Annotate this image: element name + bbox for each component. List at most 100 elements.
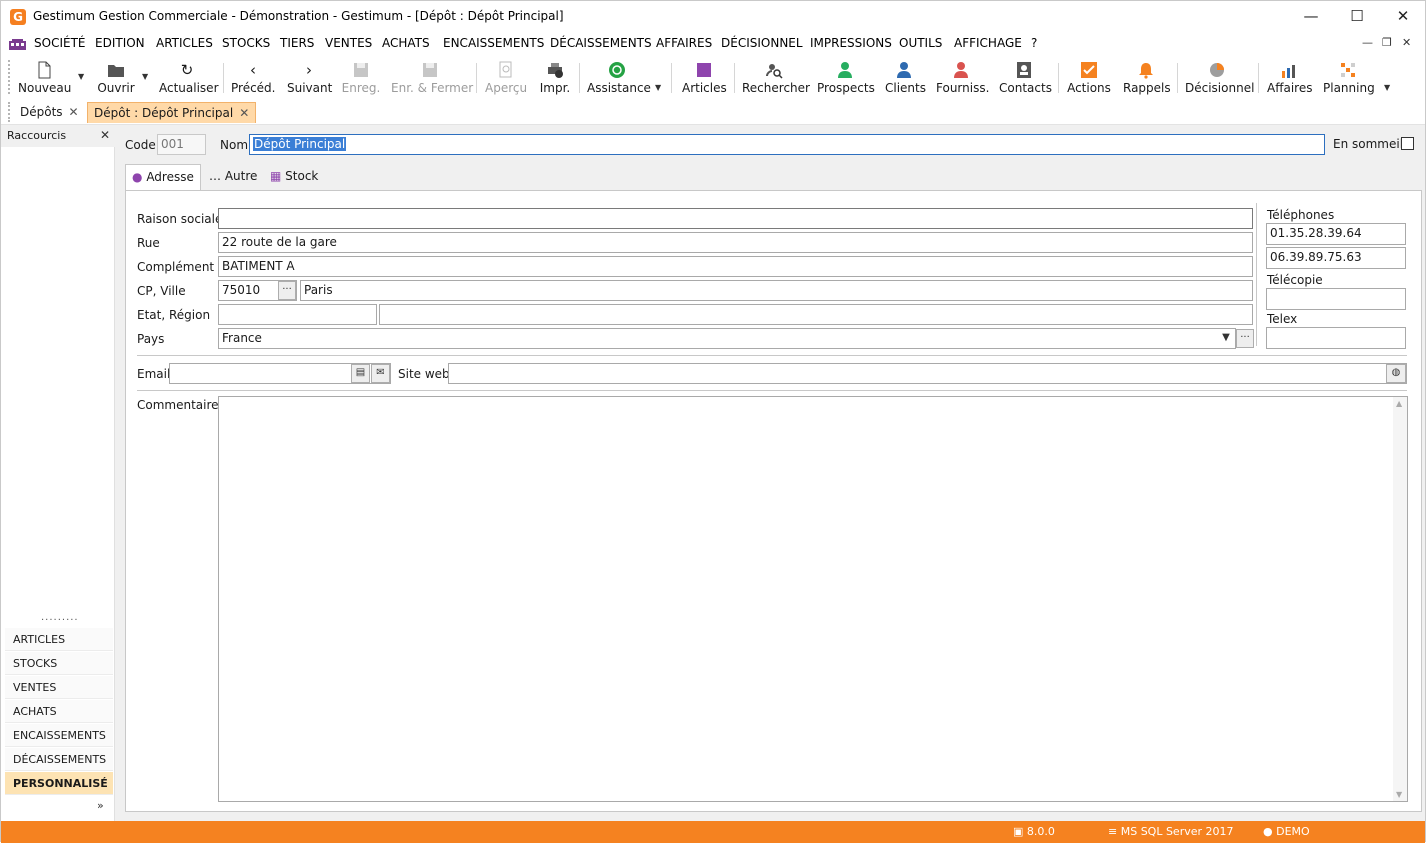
telex-field[interactable] bbox=[1266, 327, 1406, 349]
apercu-button[interactable]: Aperçu bbox=[485, 61, 527, 97]
clients-button[interactable]: Clients bbox=[885, 61, 926, 97]
menu-encaissements[interactable]: ENCAISSEMENTS bbox=[443, 36, 544, 50]
menu-stocks[interactable]: STOCKS bbox=[222, 36, 270, 50]
decisionnel-button[interactable]: Décisionnel bbox=[1185, 61, 1254, 97]
shortcut-achats[interactable]: ACHATS bbox=[5, 700, 113, 723]
region-field[interactable] bbox=[379, 304, 1253, 325]
shortcut-stocks[interactable]: STOCKS bbox=[5, 652, 113, 675]
close-button[interactable]: ✕ bbox=[1380, 1, 1426, 32]
assistance-button[interactable]: Assistance bbox=[587, 61, 651, 97]
menu-edition[interactable]: EDITION bbox=[95, 36, 145, 50]
telephone-1-field[interactable]: 01.35.28.39.64 bbox=[1266, 223, 1406, 245]
planning-button[interactable]: Planning bbox=[1323, 61, 1375, 97]
fournisseurs-button[interactable]: Fourniss. bbox=[936, 61, 989, 97]
enregistrer-button[interactable]: Enreg. bbox=[341, 61, 381, 97]
nouveau-dropdown-icon[interactable]: ▼ bbox=[78, 72, 84, 81]
telecopie-field[interactable] bbox=[1266, 288, 1406, 310]
save-close-icon bbox=[423, 63, 437, 77]
expand-shortcuts-icon[interactable]: » bbox=[97, 799, 104, 812]
tab-adresse[interactable]: ● Adresse bbox=[125, 164, 201, 191]
en-sommeil-checkbox[interactable] bbox=[1401, 137, 1414, 150]
nouveau-button[interactable]: Nouveau bbox=[18, 61, 71, 97]
telephone-2-field[interactable]: 06.39.89.75.63 bbox=[1266, 247, 1406, 269]
mdi-restore-button[interactable]: ❐ bbox=[1382, 36, 1392, 49]
menu-tiers[interactable]: TIERS bbox=[280, 36, 314, 50]
maximize-button[interactable]: ☐ bbox=[1334, 1, 1380, 32]
scroll-down-icon[interactable]: ▼ bbox=[1396, 790, 1402, 799]
email-contact-icon[interactable]: ▤ bbox=[351, 364, 370, 383]
rappels-button[interactable]: Rappels bbox=[1123, 61, 1171, 97]
menu-articles[interactable]: ARTICLES bbox=[156, 36, 213, 50]
articles-button[interactable]: Articles bbox=[682, 61, 727, 97]
articles-icon bbox=[697, 63, 711, 77]
menu-impressions[interactable]: IMPRESSIONS bbox=[810, 36, 892, 50]
mdi-close-button[interactable]: ✕ bbox=[1402, 36, 1411, 49]
scroll-up-icon[interactable]: ▲ bbox=[1396, 399, 1402, 408]
affaires-button[interactable]: Affaires bbox=[1267, 61, 1312, 97]
site-web-field[interactable] bbox=[448, 363, 1407, 384]
tab-depots[interactable]: Dépôts ✕ bbox=[14, 102, 85, 123]
title-bar: G Gestimum Gestion Commerciale - Démonst… bbox=[1, 1, 1425, 33]
mdi-minimize-button[interactable]: — bbox=[1362, 36, 1373, 49]
close-tab-icon[interactable]: ✕ bbox=[239, 106, 249, 120]
shortcut-ventes[interactable]: VENTES bbox=[5, 676, 113, 699]
menu-affaires[interactable]: AFFAIRES bbox=[656, 36, 712, 50]
company-menu-icon[interactable] bbox=[9, 39, 26, 50]
imprimer-button[interactable]: Impr. bbox=[539, 61, 571, 97]
actualiser-button[interactable]: ↻ Actualiser bbox=[159, 61, 219, 97]
toolbar-overflow-icon[interactable]: ▼ bbox=[1384, 83, 1390, 92]
pays-select[interactable]: France bbox=[218, 328, 1236, 349]
close-tab-icon[interactable]: ✕ bbox=[69, 105, 79, 119]
tab-depot-principal[interactable]: Dépôt : Dépôt Principal ✕ bbox=[87, 102, 257, 123]
commentaires-label: Commentaires bbox=[137, 398, 225, 412]
suivant-button[interactable]: › Suivant bbox=[287, 61, 332, 97]
menu-outils[interactable]: OUTILS bbox=[899, 36, 942, 50]
menu-decisionnel[interactable]: DÉCISIONNEL bbox=[721, 36, 803, 50]
shortcut-articles[interactable]: ARTICLES bbox=[5, 628, 113, 651]
toolbar-separator bbox=[734, 63, 735, 93]
cp-lookup-button[interactable]: ··· bbox=[278, 281, 296, 300]
menu-help[interactable]: ? bbox=[1031, 36, 1037, 50]
shortcut-personnalise[interactable]: PERSONNALISÉ bbox=[5, 772, 113, 795]
close-panel-icon[interactable]: ✕ bbox=[100, 128, 110, 142]
panel-splitter[interactable]: ········· bbox=[41, 615, 79, 626]
complement-field[interactable]: BATIMENT A bbox=[218, 256, 1253, 277]
adresse-tab-page: Raison sociale Rue 22 route de la gare C… bbox=[125, 190, 1422, 812]
commentaires-textarea[interactable]: ▲ ▼ bbox=[218, 396, 1408, 802]
commentaires-scrollbar[interactable]: ▲ ▼ bbox=[1393, 397, 1407, 801]
raison-sociale-field[interactable] bbox=[218, 208, 1253, 229]
prospects-button[interactable]: Prospects bbox=[817, 61, 875, 97]
rue-field[interactable]: 22 route de la gare bbox=[218, 232, 1253, 253]
ouvrir-dropdown-icon[interactable]: ▼ bbox=[142, 72, 148, 81]
nom-field[interactable]: Dépôt Principal bbox=[249, 134, 1325, 155]
menu-societe[interactable]: SOCIÉTÉ bbox=[34, 36, 85, 50]
menu-decaissements[interactable]: DÉCAISSEMENTS bbox=[550, 36, 652, 50]
actions-button[interactable]: Actions bbox=[1067, 61, 1111, 97]
cp-ville-label: CP, Ville bbox=[137, 284, 186, 298]
rechercher-button[interactable]: Rechercher bbox=[742, 61, 810, 97]
enregistrer-fermer-button[interactable]: Enr. & Fermer bbox=[391, 61, 473, 97]
ouvrir-button[interactable]: Ouvrir bbox=[96, 61, 136, 97]
assistance-dropdown-icon[interactable]: ▼ bbox=[655, 83, 661, 92]
etat-field[interactable] bbox=[218, 304, 377, 325]
menu-ventes[interactable]: VENTES bbox=[325, 36, 372, 50]
shortcut-decaissements[interactable]: DÉCAISSEMENTS bbox=[5, 748, 113, 771]
code-field[interactable]: 001 bbox=[157, 134, 206, 155]
shortcut-encaissements[interactable]: ENCAISSEMENTS bbox=[5, 724, 113, 747]
menu-affichage[interactable]: AFFICHAGE bbox=[954, 36, 1022, 50]
nom-label: Nom bbox=[220, 138, 249, 152]
minimize-button[interactable]: — bbox=[1288, 1, 1334, 32]
contacts-button[interactable]: Contacts bbox=[999, 61, 1052, 97]
toolbar-separator bbox=[1177, 63, 1178, 93]
globe-icon[interactable]: ◍ bbox=[1386, 364, 1406, 383]
tab-stock[interactable]: ▦ Stock bbox=[264, 164, 324, 190]
tab-autre[interactable]: … Autre bbox=[203, 164, 263, 190]
menu-achats[interactable]: ACHATS bbox=[382, 36, 430, 50]
database-status: ≡ MS SQL Server 2017 bbox=[1108, 825, 1234, 838]
pays-dropdown-icon[interactable]: ▼ bbox=[1217, 329, 1235, 348]
toolbar-grip[interactable] bbox=[8, 60, 11, 94]
pays-lookup-button[interactable]: ··· bbox=[1236, 329, 1254, 348]
ville-field[interactable]: Paris bbox=[300, 280, 1253, 301]
precedent-button[interactable]: ‹ Précéd. bbox=[231, 61, 276, 97]
send-email-icon[interactable]: ✉ bbox=[371, 364, 390, 383]
